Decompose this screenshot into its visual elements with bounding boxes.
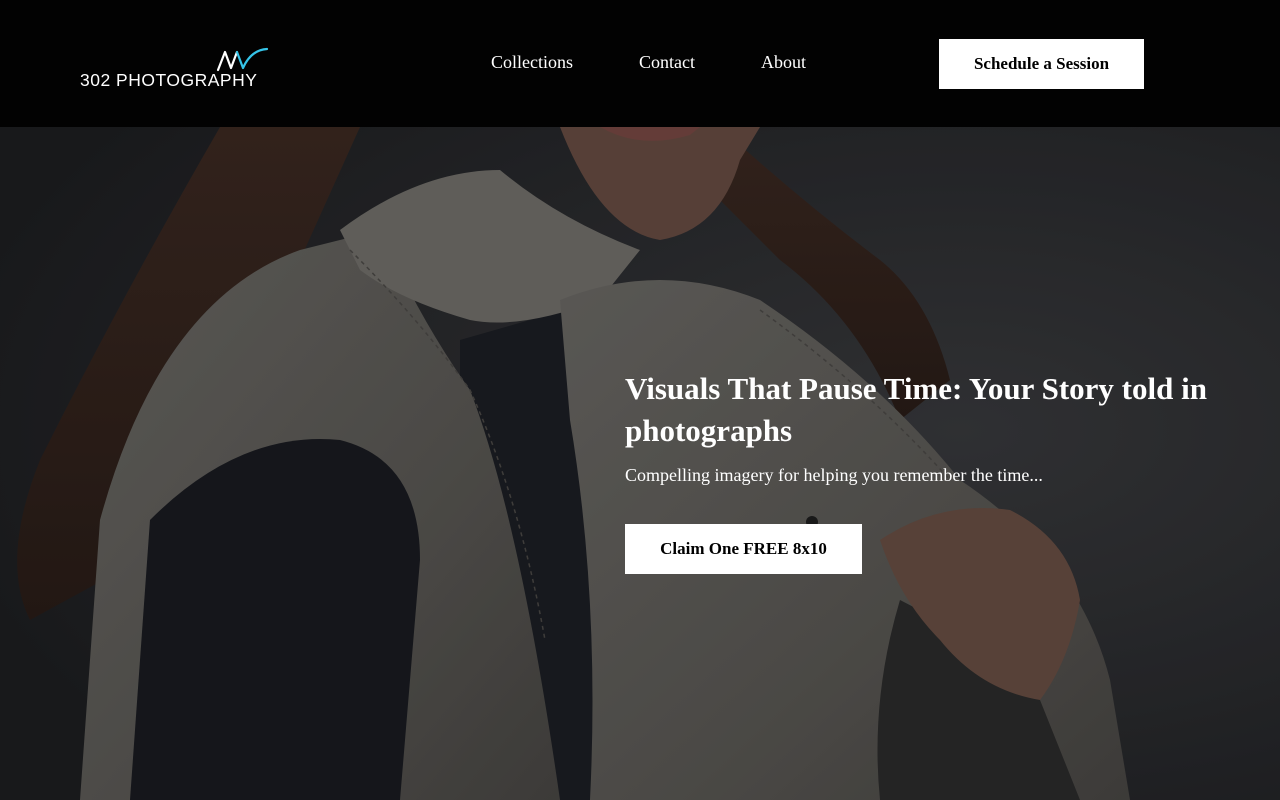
- nav-link-contact[interactable]: Contact: [639, 52, 695, 73]
- logo-mark-icon: [216, 47, 269, 72]
- hero-overlay: [0, 127, 1280, 800]
- claim-free-print-button[interactable]: Claim One FREE 8x10: [625, 524, 862, 574]
- hero-title: Visuals That Pause Time: Your Story told…: [625, 371, 1207, 448]
- schedule-session-button[interactable]: Schedule a Session: [939, 39, 1144, 89]
- brand-logo[interactable]: 302 PHOTOGRAPHY: [80, 44, 270, 92]
- site-header: 302 PHOTOGRAPHY Collections Contact Abou…: [0, 0, 1280, 127]
- brand-name: 302 PHOTOGRAPHY: [80, 70, 258, 90]
- nav-link-about[interactable]: About: [761, 52, 806, 73]
- hero-section: Visuals That Pause Time: Your Story told…: [0, 127, 1280, 800]
- nav-link-collections[interactable]: Collections: [491, 52, 573, 73]
- hero-subtitle: Compelling imagery for helping you remem…: [625, 465, 1043, 485]
